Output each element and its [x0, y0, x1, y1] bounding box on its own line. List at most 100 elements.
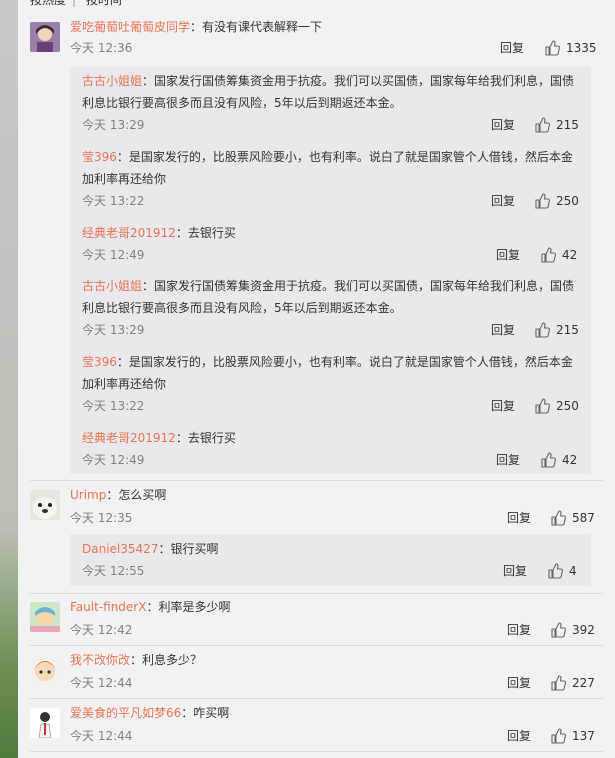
comment-text: ：有没有课代表解释一下	[190, 20, 323, 34]
reply-button[interactable]: 回复	[507, 509, 531, 527]
reply-text: ：银行买啊	[158, 542, 219, 556]
thumbs-up-icon	[548, 563, 563, 579]
reply-text-block: 古古小姐姐：国家发行国债筹集资金用于抗疫。我们可以买国债，国家每年给我们利息，国…	[82, 275, 579, 319]
comment-text: ：怎么买啊	[106, 488, 167, 502]
thumbs-up-icon	[541, 452, 556, 468]
avatar[interactable]	[30, 22, 60, 52]
comment-time: 今天 12:44	[70, 676, 133, 690]
reply-button[interactable]: 回复	[507, 727, 531, 745]
like-count: 250	[556, 399, 579, 413]
thumbs-up-icon	[541, 247, 556, 263]
reply-list: 古古小姐姐：国家发行国债筹集资金用于抗疫。我们可以买国债，国家每年给我们利息，国…	[70, 67, 591, 474]
reply-time: 今天 13:22	[82, 399, 145, 413]
comment-username[interactable]: Urimp	[70, 488, 106, 502]
reply-time: 今天 12:55	[82, 564, 145, 578]
thumbs-up-icon	[551, 675, 566, 691]
reply-button[interactable]: 回复	[491, 321, 515, 339]
reply-text: ：是国家发行的，比股票风险要小，也有利率。说白了就是国家管个人借钱，然后本金加利…	[82, 150, 573, 186]
comment-username[interactable]: 我不改你改	[70, 653, 130, 667]
reply-button[interactable]: 回复	[491, 116, 515, 134]
avatar[interactable]	[30, 708, 60, 738]
comment-text-line: 我不改你改：利息多少？	[70, 651, 603, 669]
comment-text: ：利率是多少啊	[146, 600, 231, 614]
reply-username[interactable]: 古古小姐姐	[82, 74, 142, 88]
reply-button[interactable]: 回复	[507, 621, 531, 639]
comment-time: 今天 12:44	[70, 729, 133, 743]
divider	[30, 480, 603, 481]
like-count: 1335	[566, 41, 597, 55]
sort-by-hot[interactable]: 按热度	[30, 0, 66, 8]
comment-username[interactable]: 爱吃葡萄吐葡萄皮同学	[70, 20, 190, 34]
reply-time: 今天 13:29	[82, 323, 145, 337]
reply-username[interactable]: 莹396	[82, 355, 117, 369]
reply-button[interactable]: 回复	[496, 246, 520, 264]
reply-text-block: 经典老哥201912：去银行买	[82, 222, 579, 244]
reply-list: Daniel35427：银行买啊 今天 12:55 回复 4	[70, 534, 591, 586]
reply-time: 今天 13:22	[82, 194, 145, 208]
thumbs-up-icon	[535, 117, 550, 133]
thumbs-up-icon	[535, 322, 550, 338]
like-count: 215	[556, 118, 579, 132]
like-count: 42	[562, 248, 578, 262]
reply-time: 今天 12:49	[82, 248, 145, 262]
reply-text-block: 莹396：是国家发行的，比股票风险要小，也有利率。说白了就是国家管个人借钱，然后…	[82, 351, 579, 395]
reply-text: ：去银行买	[175, 431, 236, 445]
reply-button[interactable]: 回复	[491, 192, 515, 210]
like-count: 215	[556, 323, 579, 337]
reply-username[interactable]: 经典老哥201912	[82, 226, 176, 240]
like-count: 42	[562, 453, 578, 467]
reply-text: ：国家发行国债筹集资金用于抗疫。我们可以买国债，国家每年给我们利息，国债利息比银…	[82, 279, 575, 315]
thumbs-up-icon	[535, 193, 550, 209]
reply-username[interactable]: 经典老哥201912	[82, 431, 176, 445]
divider	[30, 751, 603, 752]
comment-username[interactable]: Fault-finderX	[70, 600, 146, 614]
reply-button[interactable]: 回复	[503, 562, 527, 580]
comment-panel: 按热度 | 按时间 爱吃葡萄吐葡萄皮同学：有没有课代表解释一下 今天 12:36 …	[18, 0, 615, 758]
reply-text-block: 莹396：是国家发行的，比股票风险要小，也有利率。说白了就是国家管个人借钱，然后…	[82, 146, 579, 190]
avatar[interactable]	[30, 655, 60, 685]
comment-text-line: 爱美食的平凡如梦66：咋买啊	[70, 704, 603, 722]
reply-text-block: Daniel35427：银行买啊	[82, 538, 579, 560]
comment-text-line: Fault-finderX：利率是多少啊	[70, 598, 603, 616]
reply-username[interactable]: Daniel35427	[82, 542, 158, 556]
comment-text-line: 爱吃葡萄吐葡萄皮同学：有没有课代表解释一下	[70, 18, 603, 36]
thumbs-up-icon	[545, 40, 560, 56]
thumbs-up-icon	[551, 622, 566, 638]
reply-text: ：国家发行国债筹集资金用于抗疫。我们可以买国债，国家每年给我们利息，国债利息比银…	[82, 74, 575, 110]
comment-time: 今天 12:35	[70, 511, 133, 525]
reply-username[interactable]: 莹396	[82, 150, 117, 164]
sort-bar: 按热度 | 按时间	[30, 0, 128, 7]
thumbs-up-icon	[551, 510, 566, 526]
comment-text: ：咋买啊	[181, 706, 230, 720]
reply-button[interactable]: 回复	[491, 397, 515, 415]
reply-time: 今天 12:49	[82, 453, 145, 467]
divider	[30, 593, 603, 594]
comment-time: 今天 12:42	[70, 623, 133, 637]
thumbs-up-icon	[535, 398, 550, 414]
comment-text: ：利息多少？	[130, 653, 203, 667]
reply-text-block: 古古小姐姐：国家发行国债筹集资金用于抗疫。我们可以买国债，国家每年给我们利息，国…	[82, 70, 579, 114]
thumbs-up-icon	[551, 728, 566, 744]
reply-button[interactable]: 回复	[500, 39, 524, 57]
reply-text: ：是国家发行的，比股票风险要小，也有利率。说白了就是国家管个人借钱，然后本金加利…	[82, 355, 573, 391]
reply-text-block: 经典老哥201912：去银行买	[82, 427, 579, 449]
divider	[30, 698, 603, 699]
like-count: 227	[572, 676, 595, 690]
sort-by-time[interactable]: 按时间	[86, 0, 122, 8]
reply-text: ：去银行买	[175, 226, 236, 240]
like-count: 250	[556, 194, 579, 208]
like-count: 587	[572, 511, 595, 525]
reply-username[interactable]: 古古小姐姐	[82, 279, 142, 293]
comment-username[interactable]: 爱美食的平凡如梦66	[70, 706, 181, 720]
avatar[interactable]	[30, 602, 60, 632]
sort-separator: |	[72, 0, 77, 7]
comment-time: 今天 12:36	[70, 41, 133, 55]
reply-button[interactable]: 回复	[496, 451, 520, 469]
like-count: 4	[569, 564, 577, 578]
avatar[interactable]	[30, 490, 60, 520]
like-count: 137	[572, 729, 595, 743]
reply-time: 今天 13:29	[82, 118, 145, 132]
like-count: 392	[572, 623, 595, 637]
comment-text-line: Urimp：怎么买啊	[70, 486, 603, 504]
reply-button[interactable]: 回复	[507, 674, 531, 692]
